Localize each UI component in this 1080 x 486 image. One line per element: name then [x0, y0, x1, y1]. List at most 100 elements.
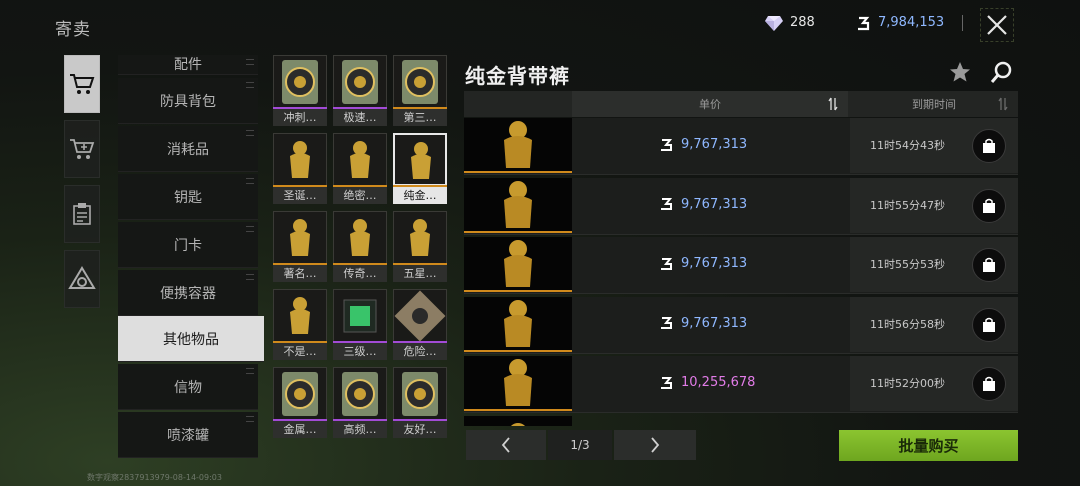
price-cell: 9,767,313: [659, 256, 747, 271]
item-label: 不是…: [273, 343, 327, 360]
price-value: 9,767,313: [681, 137, 748, 152]
item-card[interactable]: 绝密…: [333, 133, 387, 204]
expire-cell: 11时55分53秒: [850, 237, 1018, 292]
buy-button[interactable]: [972, 129, 1006, 163]
price-value: 9,767,313: [681, 315, 748, 331]
item-card[interactable]: 著名…: [273, 211, 327, 282]
deer-icon: [273, 133, 327, 186]
item-label: 友好…: [393, 421, 447, 438]
item-thumbnail-partial: [464, 416, 572, 426]
prev-page-button[interactable]: [466, 430, 546, 460]
item-card[interactable]: 金属…: [273, 367, 327, 438]
item-thumbnail: [464, 118, 572, 173]
star-icon[interactable]: [948, 60, 972, 84]
table-row[interactable]: 9,767,313 11时56分58秒: [464, 296, 1018, 354]
item-label: 圣诞…: [273, 187, 327, 204]
item-label: 三级…: [333, 343, 387, 360]
rail-exchange-tab[interactable]: [64, 250, 100, 308]
currency-icon: [661, 138, 673, 151]
currency-icon: [661, 198, 673, 210]
item-label: 著名…: [273, 265, 327, 282]
expire-cell: 11时55分47秒: [850, 177, 1018, 233]
table-row[interactable]: 9,767,313 11时54分43秒: [464, 118, 1018, 175]
buy-button[interactable]: [972, 307, 1006, 342]
price-cell: 9,767,313: [659, 316, 747, 331]
buy-button[interactable]: [972, 367, 1006, 401]
item-label: 五星…: [393, 265, 447, 282]
category-item[interactable]: 配件: [118, 55, 258, 75]
currency-icon: [661, 317, 673, 329]
expire-cell: 11时54分43秒: [850, 118, 1018, 173]
item-card[interactable]: 高频…: [333, 367, 387, 438]
item-card[interactable]: 极速…: [333, 55, 387, 126]
table-row[interactable]: 9,767,313 11时55分53秒: [464, 237, 1018, 294]
price-cell: 9,767,313: [659, 137, 747, 152]
column-header-expire[interactable]: 到期时间: [850, 91, 1018, 117]
category-item[interactable]: 防具背包: [118, 78, 258, 124]
item-card[interactable]: 危险…: [393, 289, 447, 360]
expire-time: 11时54分43秒: [870, 139, 945, 152]
golden-figure-icon: [504, 180, 532, 228]
item-card[interactable]: 圣诞…: [273, 133, 327, 204]
item-card[interactable]: 三级…: [333, 289, 387, 360]
shopping-bag-icon: [983, 376, 995, 391]
box-icon: [333, 133, 387, 186]
rail-records-tab[interactable]: [64, 185, 100, 243]
buy-button[interactable]: [972, 188, 1006, 223]
item-card[interactable]: 冲刺…: [273, 55, 327, 126]
shopping-bag-icon: [983, 317, 995, 332]
close-button[interactable]: [980, 8, 1014, 42]
expire-time: 11时55分53秒: [870, 258, 945, 271]
golden-figure-icon: [504, 359, 532, 406]
item-card[interactable]: 不是…: [273, 289, 327, 360]
currency-icon: [661, 376, 673, 389]
item-card[interactable]: 第三…: [393, 55, 447, 126]
gem-balance: 288: [790, 15, 815, 30]
clipboard-icon: [73, 203, 91, 225]
category-item[interactable]: 喷漆罐: [118, 412, 258, 458]
item-thumbnail: [464, 177, 572, 233]
sort-icon: [828, 97, 838, 111]
expire-cell: 11时56分58秒: [850, 296, 1018, 352]
category-item[interactable]: 门卡: [118, 222, 258, 268]
next-page-button[interactable]: [614, 430, 696, 460]
item-card[interactable]: 五星…: [393, 211, 447, 282]
statue-icon: [273, 211, 327, 264]
expire-cell: 11时52分00秒: [850, 356, 1018, 411]
header-divider: [962, 15, 963, 31]
rail-sell-tab[interactable]: [64, 120, 100, 178]
column-header-price[interactable]: 单价: [572, 91, 848, 117]
sort-icon: [998, 97, 1008, 111]
price-cell: 9,767,313: [659, 197, 747, 212]
category-item[interactable]: 便携容器: [118, 270, 258, 316]
price-cell: 10,255,678: [659, 375, 755, 390]
item-card[interactable]: 纯金…: [393, 133, 447, 204]
item-label: 金属…: [273, 421, 327, 438]
category-item-selected[interactable]: 其他物品: [118, 316, 264, 362]
book-icon: [393, 55, 447, 108]
category-item[interactable]: 钥匙: [118, 174, 258, 220]
figure-icon: [393, 133, 447, 186]
bust-icon: [393, 211, 447, 264]
coin-balance: 7,984,153: [878, 15, 945, 30]
rail-buy-tab[interactable]: [64, 55, 100, 113]
item-label: 高频…: [333, 421, 387, 438]
target-icon: [333, 367, 387, 420]
table-row[interactable]: 10,255,678 11时52分00秒: [464, 356, 1018, 413]
watermark-text: 数字观察2837913979-08-14-09:03: [87, 473, 222, 482]
golden-figure-icon: [504, 240, 532, 287]
item-card[interactable]: 友好…: [393, 367, 447, 438]
category-item[interactable]: 信物: [118, 364, 258, 410]
price-value: 10,255,678: [681, 375, 756, 390]
chevron-right-icon: [651, 437, 660, 453]
shopping-bag-icon: [983, 257, 995, 272]
item-card[interactable]: 传奇…: [333, 211, 387, 282]
category-item[interactable]: 消耗品: [118, 126, 258, 172]
table-row[interactable]: 9,767,313 11时55分47秒: [464, 177, 1018, 235]
diamond-icon: [765, 16, 783, 31]
item-label: 纯金…: [393, 187, 447, 204]
buy-button[interactable]: [972, 248, 1006, 282]
batch-buy-button[interactable]: 批量购买: [839, 430, 1018, 461]
item-thumbnail: [464, 237, 572, 292]
search-icon[interactable]: [990, 60, 1014, 84]
